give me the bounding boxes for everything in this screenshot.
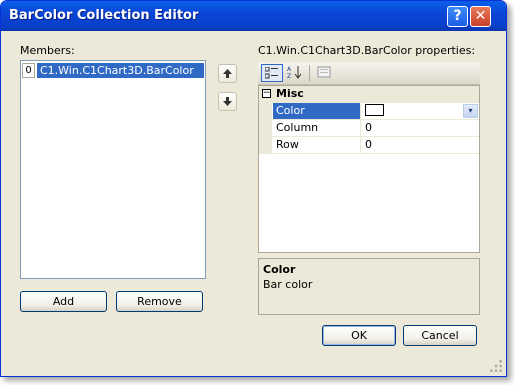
property-value-color[interactable]: ▾ bbox=[362, 103, 479, 119]
category-misc[interactable]: − Misc bbox=[259, 86, 479, 103]
alphabetical-button[interactable]: A Z bbox=[284, 64, 306, 82]
members-label: Members: bbox=[20, 44, 75, 57]
close-button[interactable]: ✕ bbox=[470, 6, 491, 27]
property-grid: − Misc Color ▾ Column 0 Row 0 bbox=[258, 85, 480, 253]
help-description: Bar color bbox=[263, 278, 313, 291]
property-row-row[interactable]: Row 0 bbox=[259, 137, 479, 154]
up-arrow-icon bbox=[223, 69, 232, 78]
down-arrow-icon bbox=[223, 97, 232, 106]
member-index: 0 bbox=[22, 63, 35, 78]
title-bar[interactable]: BarColor Collection Editor ? ✕ bbox=[1, 1, 506, 31]
members-list[interactable]: 0 C1.Win.C1Chart3D.BarColor bbox=[20, 60, 206, 279]
property-grid-toolbar: A Z bbox=[258, 62, 480, 85]
collapse-icon[interactable]: − bbox=[262, 89, 271, 98]
properties-label: C1.Win.C1Chart3D.BarColor properties: bbox=[258, 44, 476, 57]
property-value[interactable]: 0 bbox=[362, 120, 479, 136]
row-gutter bbox=[259, 103, 272, 120]
property-row-column[interactable]: Column 0 bbox=[259, 120, 479, 137]
resize-grip-icon[interactable] bbox=[489, 359, 503, 373]
window-title: BarColor Collection Editor bbox=[9, 8, 199, 23]
svg-text:Z: Z bbox=[287, 73, 291, 79]
help-panel: Color Bar color bbox=[258, 258, 480, 315]
property-name[interactable]: Row bbox=[273, 137, 361, 153]
row-gutter bbox=[259, 137, 272, 154]
help-title: Color bbox=[263, 263, 296, 276]
categorized-icon bbox=[264, 66, 278, 79]
property-name[interactable]: Column bbox=[273, 120, 361, 136]
dialog-window: BarColor Collection Editor ? ✕ Members: … bbox=[0, 0, 507, 377]
categorized-button[interactable] bbox=[261, 64, 283, 82]
remove-button[interactable]: Remove bbox=[116, 291, 203, 312]
cancel-button[interactable]: Cancel bbox=[403, 325, 477, 346]
move-down-button[interactable] bbox=[218, 92, 237, 111]
row-gutter bbox=[259, 120, 272, 137]
member-text: C1.Win.C1Chart3D.BarColor bbox=[37, 63, 204, 78]
category-label: Misc bbox=[276, 87, 304, 100]
color-swatch bbox=[365, 104, 384, 116]
list-item[interactable]: 0 C1.Win.C1Chart3D.BarColor bbox=[22, 63, 204, 78]
move-up-button[interactable] bbox=[218, 64, 237, 83]
toolbar-separator bbox=[309, 65, 310, 81]
property-value[interactable]: 0 bbox=[362, 137, 479, 153]
property-pages-icon bbox=[317, 66, 331, 78]
property-name[interactable]: Color bbox=[273, 103, 361, 119]
add-button[interactable]: Add bbox=[20, 291, 107, 312]
sort-alphabetical-icon: A Z bbox=[287, 66, 302, 80]
svg-text:A: A bbox=[287, 66, 292, 73]
property-pages-button[interactable] bbox=[313, 64, 335, 82]
help-button[interactable]: ? bbox=[447, 6, 468, 27]
ok-button[interactable]: OK bbox=[322, 325, 396, 346]
dropdown-icon[interactable]: ▾ bbox=[463, 104, 478, 118]
property-row-color[interactable]: Color ▾ bbox=[259, 103, 479, 120]
